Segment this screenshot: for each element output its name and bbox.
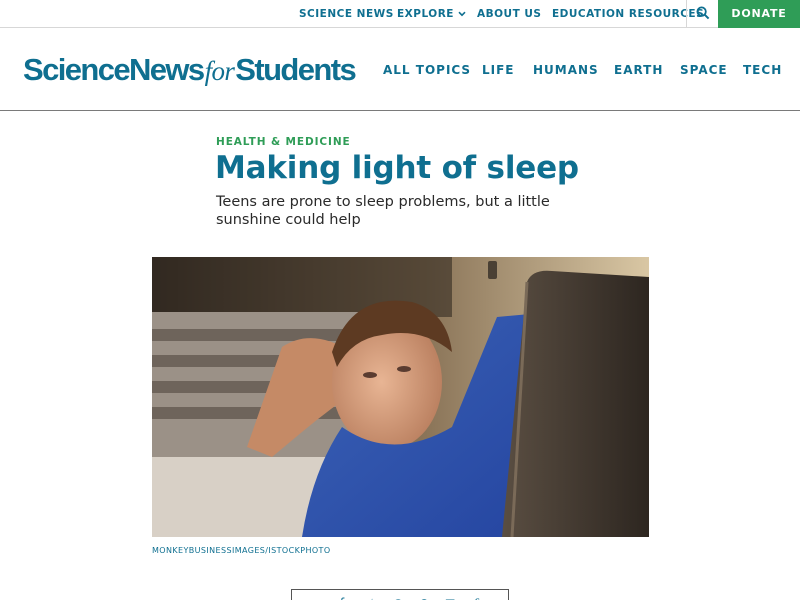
about-us-link[interactable]: ABOUT US: [477, 0, 542, 28]
facebook-icon[interactable]: f: [340, 596, 344, 600]
nav-earth[interactable]: EARTH: [614, 63, 663, 77]
site-header: ScienceNewsforStudents ALL TOPICS LIFE H…: [0, 28, 800, 111]
logo-science-news: ScienceNews: [23, 52, 205, 87]
explore-label: EXPLORE: [397, 8, 454, 20]
reddit-icon[interactable]: ◉: [419, 596, 429, 600]
logo-students: Students: [235, 52, 356, 87]
nav-all-topics[interactable]: ALL TOPICS: [383, 63, 471, 77]
nav-humans[interactable]: HUMANS: [533, 63, 599, 77]
share-bar: f ✦ ● ◉ ✉ ⎙: [291, 589, 509, 600]
utility-bar: SCIENCE NEWS EXPLORE ABOUT US EDUCATION …: [0, 0, 800, 28]
chevron-down-icon: [458, 0, 466, 28]
email-icon[interactable]: ✉: [445, 596, 455, 600]
donate-button[interactable]: DONATE: [718, 0, 800, 28]
image-credit: MONKEYBUSINESSIMAGES/ISTOCKPHOTO: [152, 546, 331, 555]
article-headline: Making light of sleep: [215, 150, 579, 186]
logo-for: for: [204, 56, 235, 86]
nav-tech[interactable]: TECH: [743, 63, 782, 77]
search-button[interactable]: [686, 0, 718, 28]
nav-space[interactable]: SPACE: [680, 63, 728, 77]
search-icon: [696, 5, 710, 24]
category-kicker[interactable]: HEALTH & MEDICINE: [216, 136, 351, 148]
science-news-link[interactable]: SCIENCE NEWS: [299, 0, 394, 28]
pinterest-icon[interactable]: ●: [393, 596, 403, 600]
article-dek: Teens are prone to sleep problems, but a…: [216, 194, 550, 228]
site-logo[interactable]: ScienceNewsforStudents: [23, 50, 357, 90]
twitter-icon[interactable]: ✦: [367, 596, 377, 600]
education-resources-link[interactable]: EDUCATION RESOURCES: [552, 0, 704, 28]
print-icon[interactable]: ⎙: [472, 596, 482, 600]
nav-life[interactable]: LIFE: [482, 63, 515, 77]
hero-image: [152, 257, 649, 537]
explore-menu[interactable]: EXPLORE: [397, 0, 466, 28]
